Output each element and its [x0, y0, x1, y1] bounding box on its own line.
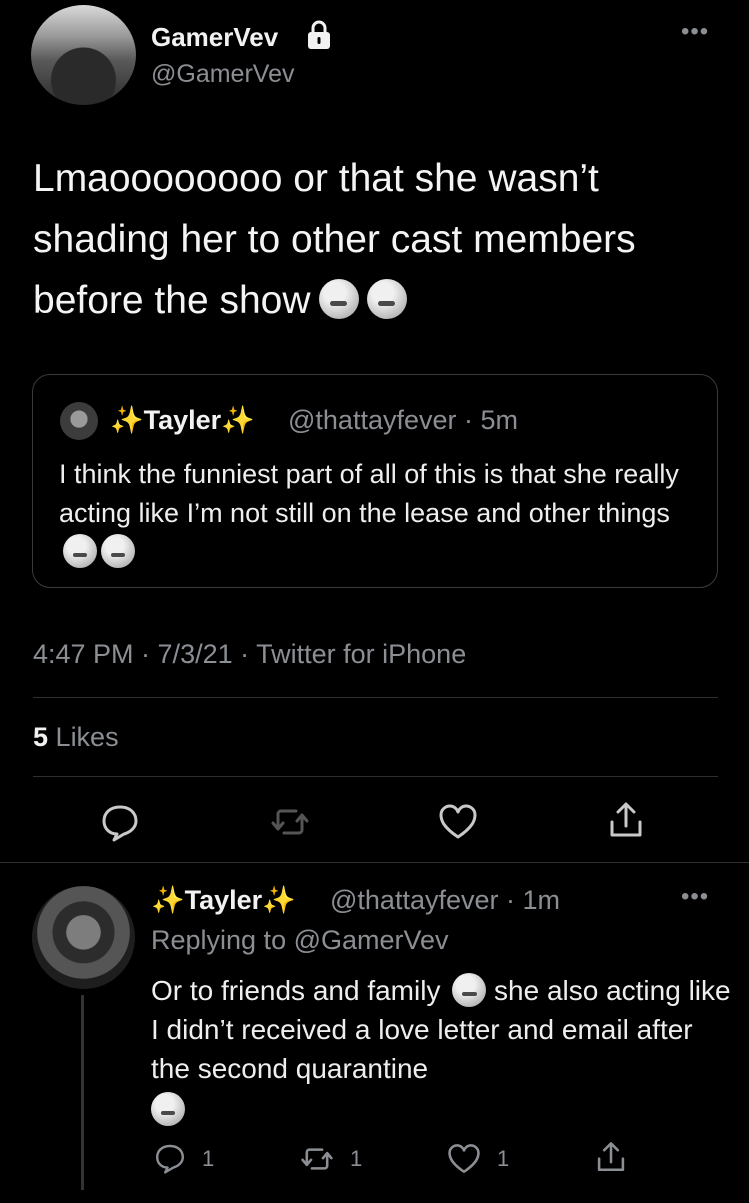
author-handle[interactable]: @GamerVev	[151, 60, 294, 89]
section-divider	[0, 862, 749, 863]
reply-author-avatar[interactable]	[32, 886, 135, 989]
tweet-timestamp: 4:47 PM · 7/3/21 · Twitter for iPhone	[33, 639, 467, 669]
share-icon[interactable]	[606, 800, 646, 840]
likes-count: 5	[33, 722, 49, 752]
reply-count: 1	[202, 1146, 215, 1171]
like-count: 1	[497, 1146, 510, 1171]
face-with-hand-over-mouth-emoji-icon	[452, 973, 487, 1007]
reply-text: Or to friends and family she also acting…	[151, 971, 731, 1129]
face-with-hand-over-mouth-emoji-icon	[318, 279, 359, 319]
reply-author-name[interactable]: ✨Tayler✨	[151, 884, 296, 916]
thread-line	[81, 995, 84, 1190]
quoted-handle-time: @thattayfever · 5m	[288, 405, 518, 435]
more-options-icon[interactable]: •••	[681, 883, 709, 911]
reply-text-part1: Or to friends and family	[151, 975, 441, 1006]
likes-label: Likes	[55, 722, 119, 752]
quoted-tweet-text: I think the funniest part of all of this…	[59, 455, 699, 572]
divider	[33, 697, 718, 698]
share-icon[interactable]	[594, 1140, 628, 1174]
woozy-face-emoji-icon	[366, 279, 407, 319]
sparkle-icon: ✨	[262, 885, 296, 915]
divider	[33, 776, 718, 777]
reply-icon[interactable]	[100, 802, 140, 842]
reply-author-name-text: Tayler	[184, 885, 263, 915]
tears-of-joy-emoji-icon	[63, 534, 97, 568]
retweet-count: 1	[350, 1146, 363, 1171]
tweet-text: Lmaoooooooo or that she wasn’t shading h…	[33, 148, 723, 331]
heart-icon[interactable]	[447, 1142, 481, 1176]
reply-icon[interactable]	[154, 1142, 186, 1174]
reply-handle-time[interactable]: @thattayfever · 1m	[330, 885, 560, 916]
tears-of-joy-emoji-icon	[151, 1092, 185, 1126]
sparkle-icon: ✨	[110, 405, 144, 435]
quoted-text-content: I think the funniest part of all of this…	[59, 459, 679, 528]
sparkle-icon: ✨	[221, 405, 255, 435]
lock-icon	[305, 20, 333, 50]
author-avatar[interactable]	[31, 5, 136, 105]
replying-to[interactable]: Replying to @GamerVev	[151, 925, 449, 956]
heart-icon[interactable]	[438, 802, 478, 842]
more-options-icon[interactable]: •••	[681, 18, 709, 46]
likes-summary[interactable]: 5 Likes	[33, 722, 119, 753]
loudly-crying-emoji-icon	[101, 534, 135, 568]
author-name[interactable]: GamerVev	[151, 22, 278, 53]
quoted-author-avatar	[60, 402, 98, 440]
quoted-author-name: ✨Tayler✨	[110, 404, 255, 436]
retweet-icon[interactable]	[270, 802, 310, 842]
retweet-icon[interactable]	[300, 1142, 334, 1176]
quoted-author-name-text: Tayler	[143, 405, 222, 435]
sparkle-icon: ✨	[151, 885, 185, 915]
